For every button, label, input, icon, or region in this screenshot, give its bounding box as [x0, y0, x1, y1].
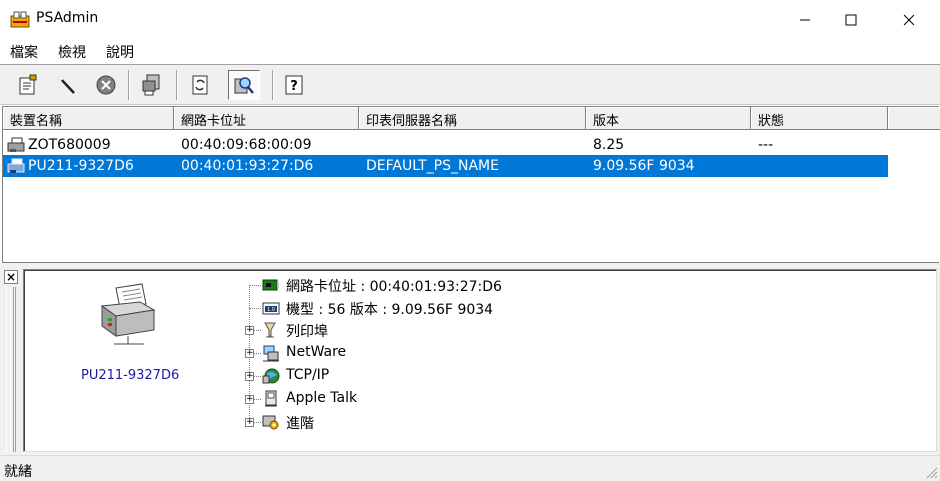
tree-item-label: 列印埠: [286, 324, 328, 340]
tree-item-label: NetWare: [286, 344, 347, 360]
printer-server-icon: [7, 158, 25, 173]
minimize-button[interactable]: [782, 0, 828, 39]
cell-server-name: DEFAULT_PS_NAME: [366, 158, 499, 174]
menu-file[interactable]: 檔案: [10, 42, 38, 62]
menu-view[interactable]: 檢視: [58, 42, 86, 62]
device-label: PU211-9327D6: [81, 368, 180, 383]
printer-server-button[interactable]: [136, 70, 168, 100]
column-status[interactable]: 狀態: [751, 107, 888, 130]
printer-icon: [100, 283, 156, 345]
advanced-icon: [262, 415, 279, 430]
menu-help[interactable]: 說明: [106, 42, 134, 62]
model-icon: 1.0: [262, 302, 280, 315]
menu-bar: 檔案 檢視 說明: [0, 39, 940, 63]
minimize-icon: [800, 19, 810, 20]
expand-toggle[interactable]: +: [245, 349, 254, 358]
svg-text:?: ?: [290, 79, 298, 94]
app-icon: [10, 11, 30, 28]
wand-icon: [58, 76, 75, 94]
appletalk-icon: [265, 390, 277, 407]
tcpip-icon: [262, 368, 280, 384]
table-row[interactable]: PU211-9327D6 00:40:01:93:27:D6 DEFAULT_P…: [3, 155, 888, 177]
printer-server-icon: [142, 74, 160, 96]
search-button[interactable]: [228, 70, 260, 100]
svg-text:1.0: 1.0: [267, 307, 275, 313]
device-list[interactable]: 裝置名稱 網路卡位址 印表伺服器名稱 版本 狀態 ZOT680009 00:40…: [2, 106, 940, 263]
expand-toggle[interactable]: +: [245, 372, 254, 381]
network-card-icon: [262, 279, 279, 291]
column-server-name[interactable]: 印表伺服器名稱: [359, 107, 586, 130]
title-bar: PSAdmin: [0, 0, 940, 39]
print-queue-icon: [264, 322, 276, 338]
toolbar-separator: [176, 70, 178, 100]
cell-version: 8.25: [593, 137, 625, 153]
search-icon: [234, 77, 254, 94]
delete-button[interactable]: [90, 70, 122, 100]
netware-icon: [263, 345, 279, 362]
column-version[interactable]: 版本: [586, 107, 751, 130]
window-title: PSAdmin: [36, 10, 99, 26]
cell-device-name: PU211-9327D6: [28, 158, 134, 174]
close-icon: [903, 14, 915, 25]
toolbar: ?: [0, 64, 940, 105]
status-text: 就緒: [4, 464, 32, 480]
status-bar: 就緒: [0, 455, 940, 481]
close-button[interactable]: [886, 0, 932, 39]
maximize-icon: [845, 14, 857, 25]
resize-grip-icon[interactable]: [924, 465, 938, 479]
help-button[interactable]: ?: [278, 70, 310, 100]
printer-server-icon: [7, 137, 25, 152]
column-mac-address[interactable]: 網路卡位址: [174, 107, 359, 130]
column-device-name[interactable]: 裝置名稱: [3, 107, 174, 130]
tree-item-label: 網路卡位址 : 00:40:01:93:27:D6: [286, 279, 502, 295]
cell-mac-address: 00:40:01:93:27:D6: [181, 158, 314, 174]
wand-button[interactable]: [50, 70, 82, 100]
maximize-button[interactable]: [828, 0, 874, 39]
detail-panel: PU211-9327D6 網路卡位址 : 00:40:01:93:27:D6 1…: [23, 269, 937, 452]
delete-icon: [96, 75, 116, 95]
expand-toggle[interactable]: +: [245, 395, 254, 404]
cell-version: 9.09.56F 9034: [593, 158, 695, 174]
tree-item-label: Apple Talk: [286, 390, 358, 406]
tree-connector: [249, 308, 261, 309]
toolbar-separator: [272, 70, 274, 100]
toolbar-separator: [128, 70, 130, 100]
tree-item-label: TCP/IP: [286, 367, 330, 383]
detail-area: × PU211-9327D6 網路卡位址: 00:40:01:93:27:D6…: [0, 267, 940, 455]
table-row[interactable]: ZOT680009 00:40:09:68:00:09 8.25 ---: [3, 134, 888, 156]
list-header: 裝置名稱 網路卡位址 印表伺服器名稱 版本 狀態: [3, 107, 940, 130]
cell-status: ---: [758, 137, 774, 153]
help-icon: ?: [285, 75, 303, 95]
properties-button[interactable]: [12, 70, 44, 100]
panel-grip: [10, 287, 14, 452]
tree-item-label: 機型 : 56 版本 : 9.09.56F 9034: [286, 302, 494, 318]
refresh-icon: [192, 75, 208, 95]
close-panel-button[interactable]: ×: [4, 270, 18, 284]
expand-toggle[interactable]: +: [245, 418, 254, 427]
column-filler: [888, 107, 940, 130]
cell-device-name: ZOT680009: [28, 137, 111, 153]
cell-mac-address: 00:40:09:68:00:09: [181, 137, 312, 153]
tree-item-label: 進階: [286, 416, 314, 432]
expand-toggle[interactable]: +: [245, 326, 254, 335]
tree-connector: [249, 285, 261, 286]
refresh-button[interactable]: [184, 70, 216, 100]
properties-icon: [19, 74, 37, 95]
